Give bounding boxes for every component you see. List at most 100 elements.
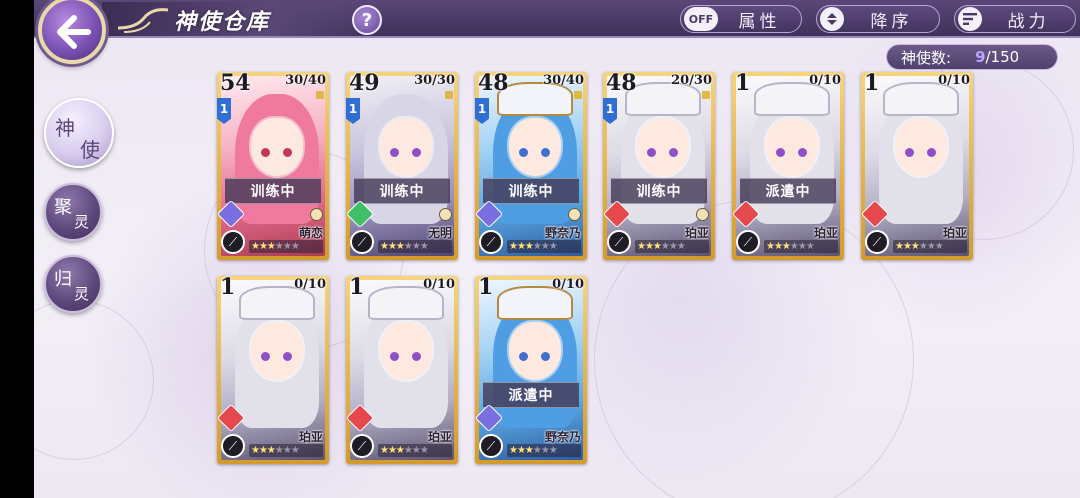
- star-rating: ★★★★★★: [507, 444, 581, 457]
- character-name: 珀亚: [942, 226, 967, 240]
- attribute-filter-button[interactable]: OFF 属性: [680, 5, 802, 33]
- background-ornament: [34, 300, 154, 460]
- character-card[interactable]: 1 0/10 派遣中 ⟋ 野奈乃 ★★★★★★: [474, 274, 587, 464]
- rank-badge: 1: [217, 98, 231, 124]
- rank-badge: 1: [346, 98, 360, 124]
- character-level: 48: [478, 70, 509, 96]
- character-card[interactable]: 48 20/30 1 训练中 ⟋ 珀亚 ★★★★★★: [602, 70, 715, 260]
- character-card[interactable]: 1 0/10 ⟋ 珀亚 ★★★★★★: [216, 274, 329, 464]
- character-name: 无明: [427, 226, 452, 240]
- side-tab-2[interactable]: 归灵: [44, 255, 102, 313]
- weapon-class-icon: ⟋: [607, 230, 631, 254]
- character-name: 萌恋: [298, 226, 323, 240]
- character-count-current: 9: [975, 48, 986, 66]
- side-tab-1[interactable]: 聚灵: [44, 183, 102, 241]
- status-banner: 训练中: [483, 178, 579, 204]
- top-bar: 神使仓库 ? OFF 属性 降序 战力: [34, 0, 1080, 38]
- character-count-label: 神使数:: [901, 48, 952, 67]
- weapon-class-icon: ⟋: [221, 434, 245, 458]
- game-screen: 神使仓库 ? OFF 属性 降序 战力 神使数: 9 /150 神使聚灵归灵 5…: [34, 0, 1080, 498]
- weapon-class-icon: ⟋: [865, 230, 889, 254]
- mood-face-icon: [439, 208, 452, 221]
- swirl-ornament-icon: [117, 8, 169, 33]
- weapon-class-icon: ⟋: [736, 230, 760, 254]
- character-card[interactable]: 1 0/10 ⟋ 珀亚 ★★★★★★: [345, 274, 458, 464]
- character-exp: 0/10: [809, 73, 841, 88]
- character-name: 珀亚: [298, 430, 323, 444]
- character-name: 野奈乃: [544, 430, 581, 444]
- menu-lines-icon: [958, 7, 982, 31]
- character-level: 54: [220, 70, 251, 96]
- character-level: 1: [735, 70, 751, 96]
- mood-face-icon: [568, 208, 581, 221]
- lock-icon: [574, 91, 582, 99]
- star-rating: ★★★★★★: [893, 240, 967, 253]
- star-rating: ★★★★★★: [249, 240, 323, 253]
- character-level: 1: [220, 274, 236, 300]
- status-banner: 训练中: [611, 178, 707, 204]
- rank-badge: 1: [603, 98, 617, 124]
- character-level: 1: [864, 70, 880, 96]
- lock-icon: [316, 91, 324, 99]
- star-rating: ★★★★★★: [378, 240, 452, 253]
- lock-icon: [702, 91, 710, 99]
- character-exp: 30/30: [414, 73, 455, 88]
- side-tab-label-bottom: 灵: [74, 213, 90, 231]
- back-button[interactable]: [38, 0, 106, 64]
- character-card[interactable]: 1 0/10 ⟋ 珀亚 ★★★★★★: [860, 70, 973, 260]
- rank-badge: 1: [475, 98, 489, 124]
- weapon-class-icon: ⟋: [479, 434, 503, 458]
- character-card[interactable]: 1 0/10 派遣中 ⟋ 珀亚 ★★★★★★: [731, 70, 844, 260]
- character-level: 1: [349, 274, 365, 300]
- mood-face-icon: [310, 208, 323, 221]
- character-exp: 0/10: [552, 277, 584, 292]
- character-card[interactable]: 49 30/30 1 训练中 ⟋ 无明 ★★★★★★: [345, 70, 458, 260]
- character-exp: 30/40: [285, 73, 326, 88]
- character-count-max: /150: [985, 48, 1020, 66]
- character-exp: 20/30: [671, 73, 712, 88]
- star-rating: ★★★★★★: [635, 240, 709, 253]
- character-name: 珀亚: [427, 430, 452, 444]
- star-rating: ★★★★★★: [764, 240, 838, 253]
- toggle-off-icon: OFF: [684, 7, 718, 31]
- sort-by-label: 战力: [1007, 11, 1050, 32]
- attribute-filter-label: 属性: [738, 11, 781, 32]
- page-title: 神使仓库: [174, 9, 271, 35]
- help-button[interactable]: ?: [352, 5, 382, 35]
- character-exp: 30/40: [543, 73, 584, 88]
- star-rating: ★★★★★★: [507, 240, 581, 253]
- character-count: 神使数: 9 /150: [886, 44, 1058, 70]
- status-banner: 训练中: [225, 178, 321, 204]
- lock-icon: [445, 91, 453, 99]
- sort-order-icon: [820, 7, 844, 31]
- status-banner: 派遣中: [740, 178, 836, 204]
- back-arrow-icon: [57, 15, 91, 49]
- character-exp: 0/10: [294, 277, 326, 292]
- character-card[interactable]: 48 30/40 1 训练中 ⟋ 野奈乃 ★★★★★★: [474, 70, 587, 260]
- side-tab-label-top: 归: [54, 269, 72, 290]
- character-level: 48: [606, 70, 637, 96]
- character-level: 1: [478, 274, 494, 300]
- mood-face-icon: [696, 208, 709, 221]
- character-name: 珀亚: [813, 226, 838, 240]
- character-exp: 0/10: [938, 73, 970, 88]
- weapon-class-icon: ⟋: [350, 434, 374, 458]
- side-tab-label-top: 神: [55, 116, 75, 140]
- sort-order-label: 降序: [870, 11, 913, 32]
- character-name: 野奈乃: [544, 226, 581, 240]
- status-banner: 派遣中: [483, 382, 579, 408]
- side-tab-0[interactable]: 神使: [44, 98, 114, 168]
- status-banner: 训练中: [354, 178, 450, 204]
- character-card[interactable]: 54 30/40 1 训练中 ⟋ 萌恋 ★★★★★★: [216, 70, 329, 260]
- character-exp: 0/10: [423, 277, 455, 292]
- star-rating: ★★★★★★: [249, 444, 323, 457]
- weapon-class-icon: ⟋: [350, 230, 374, 254]
- character-level: 49: [349, 70, 380, 96]
- star-rating: ★★★★★★: [378, 444, 452, 457]
- character-name: 珀亚: [684, 226, 709, 240]
- side-tab-label-top: 聚: [54, 197, 72, 218]
- sort-order-button[interactable]: 降序: [816, 5, 940, 33]
- sort-by-button[interactable]: 战力: [954, 5, 1076, 33]
- weapon-class-icon: ⟋: [479, 230, 503, 254]
- weapon-class-icon: ⟋: [221, 230, 245, 254]
